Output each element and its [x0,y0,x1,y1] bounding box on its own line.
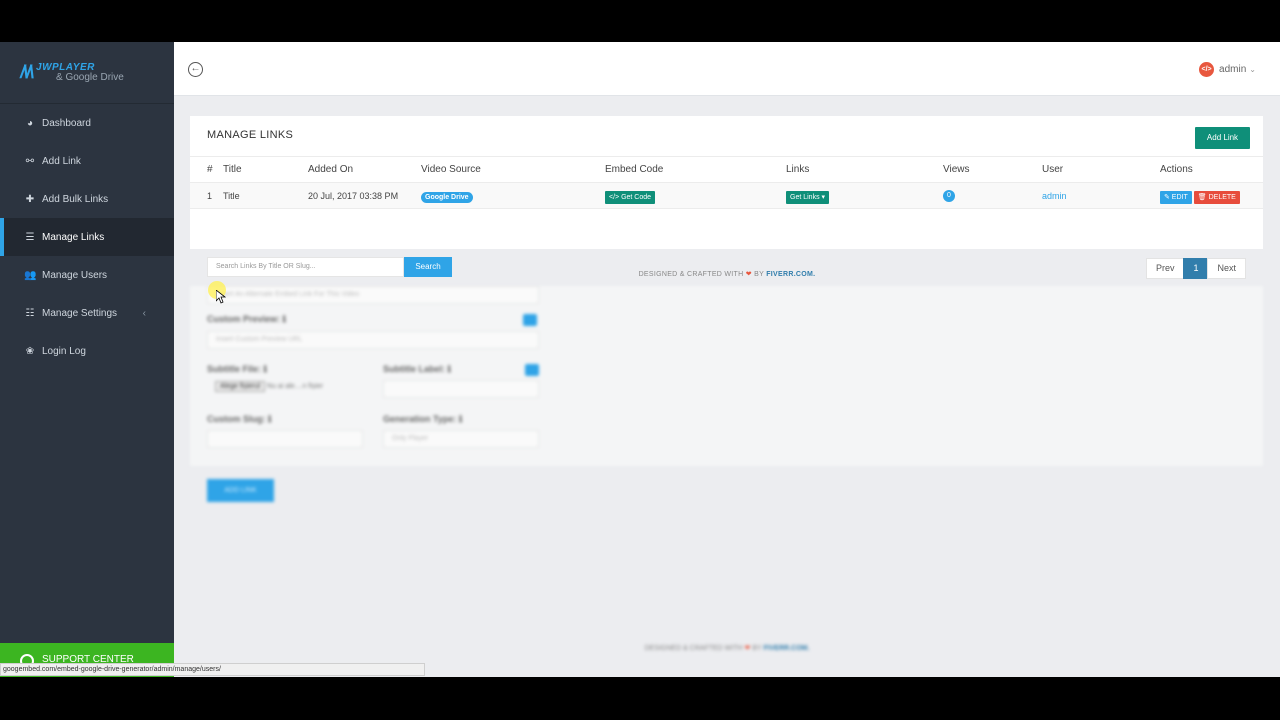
file-status: Nu ai ale....n fișier [267,383,324,390]
footer-credit: DESIGNED & CRAFTED WITH ❤ BY FIVERR.COM. [174,270,1280,278]
table-header-row: # Title Added On Video Source Embed Code… [190,156,1263,183]
chevron-left-icon: ‹ [142,307,146,319]
sidebar-item-label: Manage Links [42,231,105,243]
get-links-button[interactable]: Get Links ▾ [786,190,830,204]
upload-icon[interactable] [523,314,537,326]
app-screen: /\/\ JWPLAYER & Google Drive ◕ Dashboard… [0,42,1280,677]
sidebar-nav: ◕ Dashboard ⚯ Add Link ✚ Add Bulk Links … [0,104,174,370]
heart-icon: ❤ [744,645,751,652]
back-arrow-icon[interactable]: ← [188,62,203,77]
footer-link[interactable]: FIVERR.COM. [764,645,810,652]
col-header: # [207,164,213,175]
col-header: Added On [308,164,354,175]
custom-preview-input[interactable]: Insert Custom Preview URL [207,331,539,349]
col-header: Embed Code [605,164,664,175]
plus-icon: ✚ [25,193,35,205]
top-header: ← </> admin ⌄ [174,42,1280,96]
jwplayer-logo-icon: /\/\ [20,62,34,82]
col-header: Views [943,164,970,175]
footer-link[interactable]: FIVERR.COM. [766,271,815,278]
footer-credit-blurred: DESIGNED & CRAFTED WITH ❤ BY FIVERR.COM. [174,644,1280,652]
chevron-down-icon: ⌄ [1249,65,1256,74]
sidebar-item-login-log[interactable]: ❀ Login Log [0,332,174,370]
col-header: Actions [1160,164,1193,175]
form-panel: Insert An Alternate Embed Link For This … [190,286,1263,466]
link-icon: ⚯ [25,155,35,167]
table-row: 1 Title 20 Jul, 2017 03:38 PM Google Dri… [190,182,1263,209]
generation-type-label: Generation Type: ℹ [383,414,463,424]
pointer-icon [216,290,226,304]
subtitle-file-input[interactable]: Alege fișierul Nu ai ale....n fișier [215,381,324,392]
logo-subtitle: & Google Drive [56,71,124,83]
col-header: Video Source [421,164,481,175]
row-user-link[interactable]: admin [1042,191,1067,201]
links-table: # Title Added On Video Source Embed Code… [190,156,1263,209]
subtitle-label-label: Subtitle Label: ℹ [383,364,451,374]
user-menu[interactable]: </> admin ⌄ [1199,62,1256,77]
users-icon: 👥 [24,269,37,281]
footer-prefix: DESIGNED & CRAFTED WITH [638,271,744,278]
custom-preview-label: Custom Preview: ℹ [207,314,286,324]
sidebar-item-label: Add Bulk Links [42,193,109,205]
list-icon: ☰ [25,231,35,243]
paw-icon: ❀ [25,345,35,357]
sidebar-item-label: Login Log [42,345,86,357]
blurred-add-link-form: Insert An Alternate Embed Link For This … [174,286,1280,677]
sidebar-item-manage-users[interactable]: 👥 Manage Users [0,256,174,294]
brand-logo[interactable]: /\/\ JWPLAYER & Google Drive [0,42,174,104]
footer-by: BY [754,271,764,278]
sidebar-item-dashboard[interactable]: ◕ Dashboard [0,104,174,142]
manage-links-panel: MANAGE LINKS Add Link # Title Added On V… [190,116,1263,279]
dashboard-icon: ◕ [26,117,34,129]
sidebar-item-label: Dashboard [42,117,91,129]
sidebar: /\/\ JWPLAYER & Google Drive ◕ Dashboard… [0,42,174,677]
subtitle-label-input[interactable] [383,380,539,398]
add-subtitle-icon[interactable] [525,364,539,376]
row-added-on: 20 Jul, 2017 03:38 PM [308,190,399,201]
col-header: Title [223,164,242,175]
sidebar-item-label: Manage Settings [42,307,118,319]
alt-embed-input[interactable]: Insert An Alternate Embed Link For This … [207,286,539,304]
sidebar-item-manage-settings[interactable]: ☷ Manage Settings ‹ [0,294,174,332]
logo-title: JWPLAYER [36,61,95,73]
col-header: User [1042,164,1064,175]
subtitle-file-label: Subtitle File: ℹ [207,364,267,374]
sidebar-item-label: Add Link [42,155,81,167]
edit-button[interactable]: ✎ EDIT [1160,190,1192,204]
sliders-icon: ☷ [25,307,35,319]
footer-prefix: DESIGNED & CRAFTED WITH [644,645,743,652]
video-source-badge: Google Drive [421,191,473,203]
row-number: 1 [207,190,213,201]
footer-by: BY [752,645,762,652]
sidebar-item-manage-links[interactable]: ☰ Manage Links [0,218,174,256]
views-badge: 0 [943,190,955,202]
get-code-button[interactable]: </> Get Code [605,190,656,204]
page-title: MANAGE LINKS [207,129,294,141]
user-name: admin [1219,64,1247,75]
add-link-submit-button[interactable]: ADD LINK [207,479,274,502]
row-title: Title [223,190,240,201]
choose-file-button[interactable]: Alege fișierul [215,381,266,392]
browser-status-url: googembed.com/embed-google-drive-generat… [0,663,425,676]
delete-button[interactable]: 🗑 DELETE [1193,190,1240,204]
sidebar-item-label: Manage Users [42,269,108,281]
add-link-button[interactable]: Add Link [1195,127,1250,149]
heart-icon: ❤ [745,271,752,278]
custom-slug-input[interactable] [207,430,363,448]
col-header: Links [786,164,810,175]
sidebar-item-add-bulk-links[interactable]: ✚ Add Bulk Links [0,180,174,218]
custom-slug-label: Custom Slug: ℹ [207,414,272,424]
sidebar-item-add-link[interactable]: ⚯ Add Link [0,142,174,180]
generation-type-select[interactable]: Only Player [383,430,539,448]
avatar: </> [1199,62,1215,77]
